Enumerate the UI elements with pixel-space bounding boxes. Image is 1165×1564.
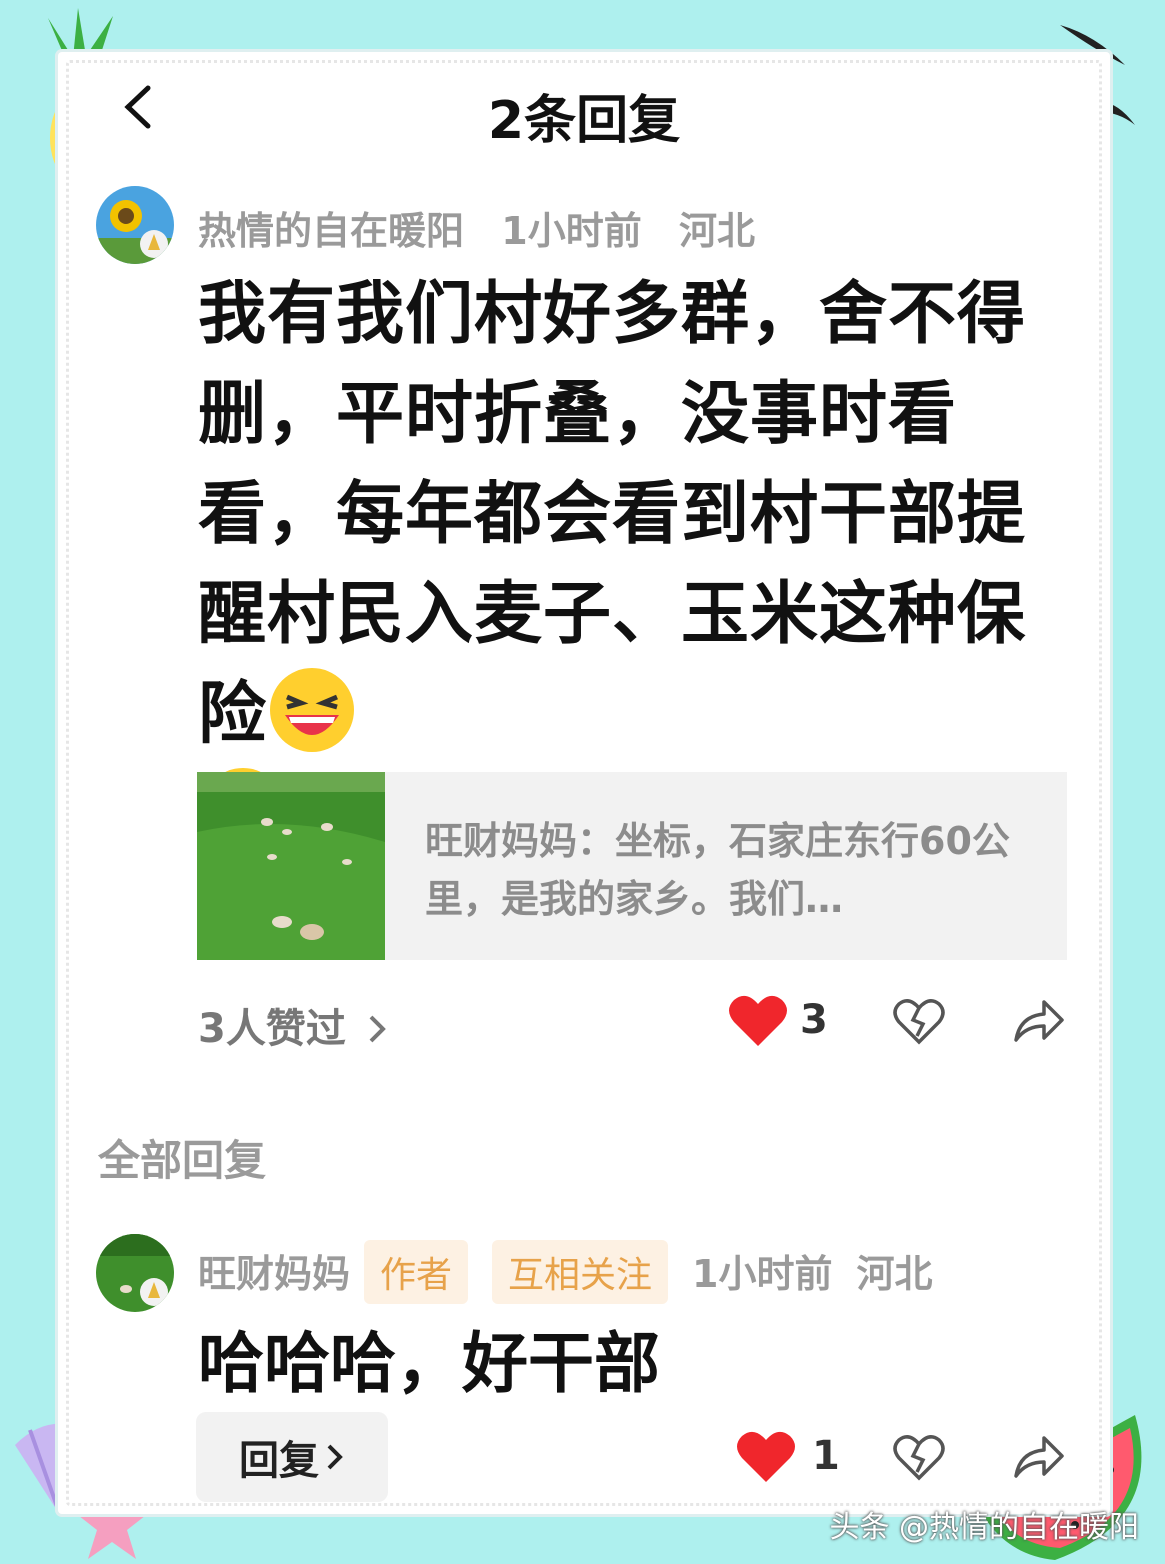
comment-author[interactable]: 热情的自在暖阳 [198,209,464,253]
broken-heart-icon[interactable] [893,996,945,1046]
reply-meta: 旺财妈妈 作者 互相关注 1小时前 河北 [198,1240,957,1304]
reply-like-button[interactable]: 1 [736,1428,840,1484]
reply-text: 哈哈哈，好干部 [198,1325,660,1402]
reply-like-count: 1 [812,1433,840,1479]
chevron-right-icon [369,1015,386,1043]
comment-time: 1小时前 [501,209,642,253]
avatar[interactable] [96,186,174,264]
avatar[interactable] [96,1234,174,1312]
reply-author[interactable]: 旺财妈妈 [198,1252,350,1296]
quoted-post-thumbnail [197,772,385,960]
broken-heart-icon[interactable] [893,1432,945,1482]
likes-link[interactable]: 3人赞过 [198,996,388,1054]
reply-button[interactable]: 回复 [196,1412,388,1502]
laughing-emoji-icon [270,668,355,752]
heart-filled-icon [737,1431,795,1482]
section-title: 全部回复 [98,1136,267,1185]
comment-location: 河北 [678,209,755,253]
likes-link-label: 3人赞过 [198,1006,346,1052]
share-icon[interactable] [1012,996,1066,1046]
quoted-post-text: 旺财妈妈：坐标，石家庄东行60公里，是我的家乡。我们… [425,819,1010,921]
author-badge: 作者 [364,1240,469,1304]
chevron-right-icon [327,1444,343,1470]
mutual-follow-badge: 互相关注 [492,1240,669,1304]
header: 2条回复 [58,58,1110,158]
reply-time: 1小时前 [692,1252,833,1296]
watermark: 头条 @热情的自在暖阳 [829,1510,1139,1545]
share-icon[interactable] [1012,1432,1066,1482]
heart-filled-icon [729,995,787,1046]
quoted-post[interactable]: 旺财妈妈：坐标，石家庄东行60公里，是我的家乡。我们… [197,772,1067,960]
reply-button-label: 回复 [239,1438,319,1484]
like-count: 3 [800,997,828,1043]
reply-location: 河北 [856,1252,933,1296]
like-button[interactable]: 3 [728,992,828,1048]
comment-meta: 热情的自在暖阳 1小时前 河北 [198,200,779,255]
page-title: 2条回复 [487,91,681,151]
